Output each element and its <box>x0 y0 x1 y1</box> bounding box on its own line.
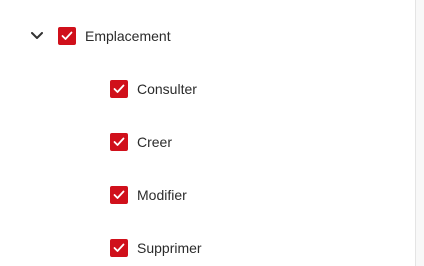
tree-node-label: Consulter <box>137 81 197 97</box>
tree-node-label: Supprimer <box>137 240 202 256</box>
checkmark-icon <box>113 84 125 93</box>
tree-node-creer[interactable]: Creer <box>110 130 172 154</box>
tree-node-label: Emplacement <box>85 28 171 44</box>
creer-checkbox[interactable] <box>110 133 128 151</box>
tree-node-label: Modifier <box>137 187 187 203</box>
permission-tree-panel: Emplacement Consulter Creer Modifier Sup… <box>0 0 416 266</box>
chevron-down-icon[interactable] <box>30 29 44 43</box>
consulter-checkbox[interactable] <box>110 80 128 98</box>
tree-node-supprimer[interactable]: Supprimer <box>110 236 202 260</box>
supprimer-checkbox[interactable] <box>110 239 128 257</box>
checkmark-icon <box>113 137 125 146</box>
checkmark-icon <box>113 190 125 199</box>
emplacement-checkbox[interactable] <box>58 27 76 45</box>
tree-node-label: Creer <box>137 134 173 150</box>
tree-node-consulter[interactable]: Consulter <box>110 77 197 101</box>
modifier-checkbox[interactable] <box>110 186 128 204</box>
tree-node-emplacement[interactable]: Emplacement <box>30 24 171 48</box>
checkmark-icon <box>61 31 73 40</box>
checkmark-icon <box>113 243 125 252</box>
tree-node-modifier[interactable]: Modifier <box>110 183 187 207</box>
